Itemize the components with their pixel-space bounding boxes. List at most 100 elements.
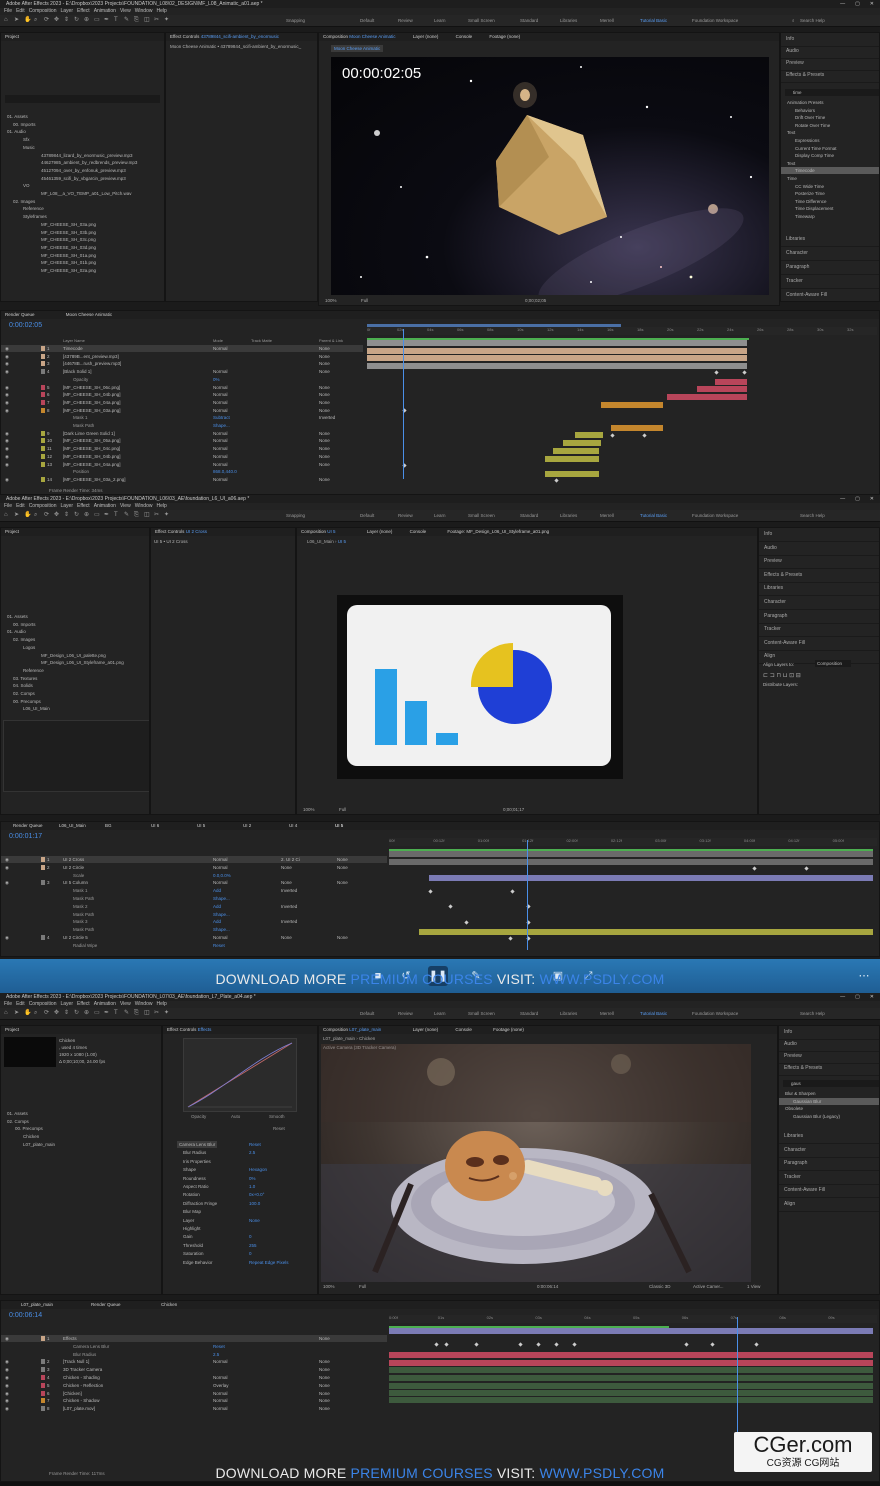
layer-row[interactable]: ◉ 4 Chicken - Shading Normal None xyxy=(1,1374,387,1381)
panel-character[interactable]: Character xyxy=(781,247,879,261)
workspace-review[interactable]: Review xyxy=(398,18,413,23)
selection-icon[interactable]: ➤ xyxy=(14,1010,20,1016)
layer-tab[interactable]: Layer (none) xyxy=(413,1027,439,1032)
project-tab[interactable]: Project xyxy=(1,1026,161,1034)
effect-property-value[interactable]: 0% xyxy=(249,1175,256,1182)
playhead[interactable] xyxy=(403,329,404,479)
brush-icon[interactable]: ✎ xyxy=(124,512,130,518)
layer-parent[interactable]: None xyxy=(319,345,330,352)
layer-name[interactable]: Chicken - Shading xyxy=(63,1374,100,1381)
brush-icon[interactable]: ✎ xyxy=(124,1010,130,1016)
align-buttons[interactable]: ⊏ ⊐ ⊓ ⊔ ⊡ ⊟ xyxy=(763,672,875,679)
project-item[interactable]: MF_CHEESE_SH_01a.png xyxy=(1,252,164,259)
effect-property-value[interactable]: Hexagon xyxy=(249,1166,267,1173)
layer-name[interactable]: [L07_plate.mov] xyxy=(63,1405,95,1412)
timeline-tab[interactable]: UI 4 xyxy=(289,822,297,830)
eraser-icon[interactable]: ◫ xyxy=(144,17,150,23)
layer-label-color[interactable] xyxy=(41,407,45,413)
panel-character[interactable]: Character xyxy=(779,1144,879,1158)
panel-character[interactable]: Character xyxy=(759,596,879,610)
project-item[interactable]: 00. Precomps xyxy=(1,698,149,705)
layer-bar[interactable] xyxy=(389,1328,873,1334)
layer-row[interactable]: ◉ 3 [44678B...rush_preview.mp3] None xyxy=(1,360,363,367)
layer-bar[interactable] xyxy=(389,1367,873,1373)
layer-parent[interactable]: None xyxy=(337,879,348,886)
layer-row[interactable]: ◉ 4 UI 2 Circle 5 Normal None None xyxy=(1,934,387,941)
project-item[interactable]: MF_CHEESE_SH_03c.png xyxy=(1,236,164,243)
layer-label-color[interactable] xyxy=(41,446,45,452)
search-icon[interactable]: ⌕ xyxy=(792,18,795,23)
dolly-icon[interactable]: ⇕ xyxy=(64,17,70,23)
effect-item[interactable]: Display Comp Time xyxy=(781,152,879,159)
snapping-toggle[interactable]: Snapping xyxy=(286,18,305,23)
effect-item[interactable]: Text xyxy=(781,129,879,136)
workspace-libraries[interactable]: Libraries xyxy=(560,1011,577,1016)
camera-select[interactable]: Active Camer... xyxy=(693,1284,724,1289)
keyframe[interactable] xyxy=(464,920,469,925)
layer-bar[interactable] xyxy=(367,355,747,362)
layer-mode[interactable]: Normal xyxy=(213,430,228,437)
viewer-time[interactable]: 0;00;02;05 xyxy=(525,298,546,303)
menu-composition[interactable]: Composition xyxy=(29,503,57,509)
keyframe[interactable] xyxy=(554,478,559,483)
layer-parent[interactable]: None xyxy=(319,437,330,444)
layer-name[interactable]: [MF_CHEESE_SH_03a.png] xyxy=(63,407,121,414)
layer-row[interactable]: Radial Wipe Reset xyxy=(1,942,387,949)
project-item[interactable]: MF_CHEESE_SH_03b.png xyxy=(1,229,164,236)
renderer-select[interactable]: Classic 3D xyxy=(649,1284,671,1289)
layer-mode[interactable]: Normal xyxy=(213,368,228,375)
eye-icon[interactable]: ◉ xyxy=(5,1397,9,1404)
layer-label-color[interactable] xyxy=(41,1390,45,1396)
track-area[interactable] xyxy=(389,1317,877,1437)
pan-behind-icon[interactable]: ⊕ xyxy=(84,1010,90,1016)
workspace-review[interactable]: Review xyxy=(398,1011,413,1016)
layer-parent[interactable]: None xyxy=(319,1358,330,1365)
layer-mode[interactable]: Normal xyxy=(213,384,228,391)
playhead[interactable] xyxy=(527,840,528,950)
effect-property[interactable]: Iris Properties xyxy=(163,1158,317,1165)
layer-row[interactable]: ◉ 7 Chicken - Shadow Normal None xyxy=(1,1397,387,1404)
workspace-tutorial-basic[interactable]: Tutorial Basic xyxy=(640,513,667,518)
effect-property[interactable]: Threshold 255 xyxy=(163,1242,317,1249)
layer-bar[interactable] xyxy=(389,851,873,857)
pen-icon[interactable]: ✒ xyxy=(104,17,110,23)
project-item[interactable]: VO xyxy=(1,182,164,189)
project-item[interactable]: Music xyxy=(1,144,164,151)
effect-property[interactable]: Roundness 0% xyxy=(163,1175,317,1182)
panel-content-aware-fill[interactable]: Content-Aware Fill xyxy=(759,637,879,651)
viewer-zoom[interactable]: 100% xyxy=(323,1284,335,1289)
layer-row[interactable]: Mask Path Shape... xyxy=(1,926,387,933)
project-item[interactable]: 45127094_over_by_enfonuk_preview.mp3 xyxy=(1,167,164,174)
clone-icon[interactable]: ⎘ xyxy=(134,1010,140,1016)
layer-row[interactable]: ◉ 8 [MF_CHEESE_SH_03a.png] Normal None xyxy=(1,407,363,414)
workspace-default[interactable]: Default xyxy=(360,18,374,23)
project-item[interactable]: 02. Images xyxy=(1,636,149,643)
layer-track-matte[interactable]: None xyxy=(281,934,292,941)
eye-icon[interactable]: ◉ xyxy=(5,391,9,398)
layer-name[interactable]: Effects xyxy=(63,1335,77,1342)
timeline-current-time[interactable]: 0:00:01:17 xyxy=(9,833,42,840)
minimize-icon[interactable]: — xyxy=(840,993,845,1001)
menu-layer[interactable]: Layer xyxy=(60,503,73,509)
eye-icon[interactable]: ◉ xyxy=(5,407,9,414)
pen-icon[interactable]: ✒ xyxy=(104,512,110,518)
layer-name[interactable]: Mask Path xyxy=(73,926,94,933)
orbit-icon[interactable]: ⟳ xyxy=(44,1010,50,1016)
layer-name[interactable]: [MF_CHEESE_SH_04a.png] xyxy=(63,461,121,468)
hand-icon[interactable]: ✋ xyxy=(24,1010,31,1016)
layer-row[interactable]: ◉ 6 [Chicken] Normal None xyxy=(1,1390,387,1397)
layer-mode[interactable]: Normal xyxy=(213,856,228,863)
layer-label-color[interactable] xyxy=(41,864,45,870)
console-tab[interactable]: Console xyxy=(455,1027,472,1032)
banner-highlight[interactable]: PREMIUM COURSES xyxy=(351,971,493,987)
layer-name[interactable]: UI 2 Circle 5 xyxy=(63,934,88,941)
playhead[interactable] xyxy=(737,1317,738,1432)
layer-mode[interactable]: Normal xyxy=(213,391,228,398)
pan-icon[interactable]: ✥ xyxy=(54,1010,60,1016)
timeline-tab[interactable]: Render Queue xyxy=(91,1301,121,1309)
graph-auto-button[interactable]: Auto xyxy=(231,1114,240,1119)
layer-name[interactable]: 3D Tracker Camera xyxy=(63,1366,102,1373)
layer-mode[interactable]: Normal xyxy=(213,345,228,352)
layer-bar[interactable] xyxy=(575,432,603,439)
eye-icon[interactable]: ◉ xyxy=(5,437,9,444)
